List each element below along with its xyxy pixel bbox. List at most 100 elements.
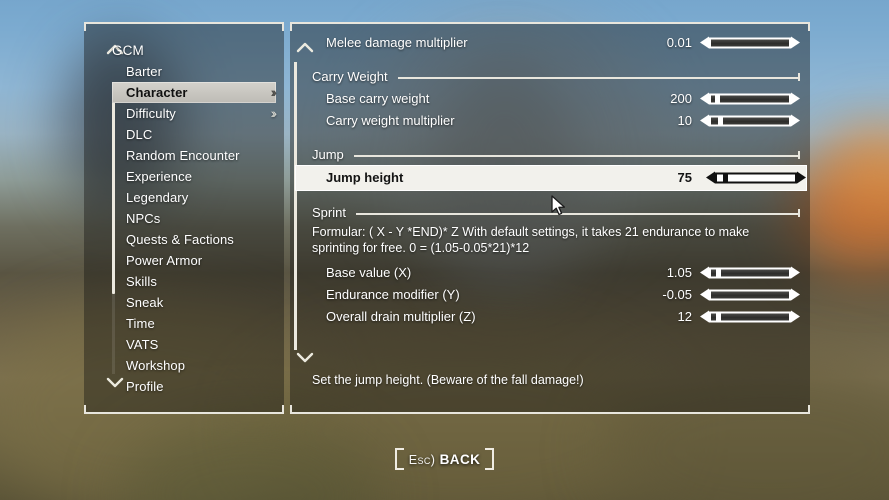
back-key-label: Esc) [408, 453, 436, 467]
slider-increase-arrow-icon[interactable] [791, 92, 800, 105]
sidebar-item-time[interactable]: Time [112, 313, 276, 334]
slider-increase-arrow-icon[interactable] [791, 310, 800, 323]
setting-description: Set the jump height. (Beware of the fall… [312, 373, 584, 387]
sidebar-item-label: NPCs [126, 211, 161, 226]
row-spacer [304, 132, 800, 144]
sidebar-item-label: Random Encounter [126, 148, 240, 163]
category-sidebar-panel: GCM Barter Character ›› Difficulty ›› DLC Rand… [84, 22, 284, 414]
slider-decrease-arrow-icon[interactable] [700, 36, 709, 49]
sidebar-item-legendary[interactable]: Legendary [112, 187, 276, 208]
slider-track[interactable] [709, 115, 791, 127]
main-scrollbar-thumb[interactable] [294, 62, 297, 350]
slider-track[interactable] [709, 311, 791, 323]
slider-thumb[interactable] [722, 174, 728, 182]
setting-row[interactable]: Melee damage multiplier 0.01 [304, 32, 800, 54]
slider-decrease-arrow-icon[interactable] [700, 288, 709, 301]
back-action-label: BACK [439, 452, 481, 467]
slider-decrease-arrow-icon[interactable] [706, 171, 715, 184]
setting-row[interactable]: Carry weight multiplier 10 [304, 110, 800, 132]
setting-slider[interactable] [706, 171, 806, 185]
slider-increase-arrow-icon[interactable] [797, 171, 806, 184]
slider-decrease-arrow-icon[interactable] [700, 310, 709, 323]
setting-value: 1.05 [666, 265, 692, 280]
setting-label: Base carry weight [326, 91, 430, 106]
main-scroll-down-icon[interactable] [296, 352, 314, 364]
setting-slider[interactable] [700, 288, 800, 302]
setting-row[interactable]: Base carry weight 200 [304, 88, 800, 110]
setting-row[interactable]: Endurance modifier (Y) -0.05 [304, 284, 800, 306]
sidebar-item-experience[interactable]: Experience [112, 166, 276, 187]
sidebar-item-dlc[interactable]: DLC [112, 124, 276, 145]
setting-row[interactable]: Overall drain multiplier (Z) 12 [304, 306, 800, 328]
setting-slider[interactable] [700, 114, 800, 128]
setting-label: Endurance modifier (Y) [326, 287, 460, 302]
sidebar-item-barter[interactable]: Barter [112, 61, 276, 82]
sidebar-item-character[interactable]: Character ›› [112, 82, 277, 103]
sidebar-item-difficulty[interactable]: Difficulty ›› [112, 103, 278, 124]
setting-label: Carry weight multiplier [326, 113, 455, 128]
setting-value: 12 [677, 309, 692, 324]
sidebar-item-power-armor[interactable]: Power Armor [112, 250, 276, 271]
slider-increase-arrow-icon[interactable] [791, 114, 800, 127]
sidebar-item-quests-factions[interactable]: Quests & Factions [112, 229, 276, 250]
sidebar-item-sneak[interactable]: Sneak [112, 292, 276, 313]
setting-value: 10 [677, 113, 692, 128]
section-header-label: Sprint [312, 205, 346, 220]
rule-end-tick [798, 73, 800, 81]
setting-label: Base value (X) [326, 265, 412, 280]
slider-track[interactable] [709, 267, 791, 279]
sidebar-item-label: Barter [126, 64, 163, 79]
setting-value: 0.01 [666, 35, 692, 50]
slider-decrease-arrow-icon[interactable] [700, 114, 709, 127]
sidebar-item-label: Profile [126, 379, 164, 394]
slider-increase-arrow-icon[interactable] [791, 36, 800, 49]
slider-decrease-arrow-icon[interactable] [700, 92, 709, 105]
slider-increase-arrow-icon[interactable] [791, 266, 800, 279]
slider-track[interactable] [715, 172, 797, 184]
slider-thumb[interactable] [716, 313, 722, 321]
setting-row[interactable]: Base value (X) 1.05 [304, 262, 800, 284]
setting-label: Overall drain multiplier (Z) [326, 309, 476, 324]
back-button[interactable]: Esc) BACK [394, 448, 495, 470]
rule-end-tick [798, 151, 800, 159]
slider-track[interactable] [709, 37, 791, 49]
sidebar-item-profile[interactable]: Profile [112, 376, 276, 397]
slider-thumb[interactable] [718, 117, 724, 125]
setting-slider[interactable] [700, 36, 800, 50]
sidebar-item-label: Power Armor [126, 253, 203, 268]
slider-track[interactable] [709, 289, 791, 301]
sidebar-item-label: Legendary [126, 190, 189, 205]
sidebar-item-label: Workshop [126, 358, 186, 373]
slider-track[interactable] [709, 93, 791, 105]
section-header-label: Jump [312, 147, 344, 162]
sidebar-item-npcs[interactable]: NPCs [112, 208, 276, 229]
sidebar-item-workshop[interactable]: Workshop [112, 355, 276, 376]
sidebar-item-skills[interactable]: Skills [112, 271, 276, 292]
section-header-rule [355, 209, 800, 217]
sidebar-item-gcm-root[interactable]: GCM [112, 40, 276, 61]
settings-main-panel: Melee damage multiplier 0.01 Carry Weight B… [290, 22, 810, 414]
sidebar-item-label: Difficulty [126, 106, 176, 121]
sidebar-menu-list: Barter Character ›› Difficulty ›› DLC Random E… [112, 61, 278, 397]
slider-thumb[interactable] [715, 95, 721, 103]
sidebar-item-label: Character [126, 85, 188, 100]
section-header-rule [353, 151, 800, 159]
setting-slider[interactable] [700, 266, 800, 280]
section-header-rule [397, 73, 800, 81]
sidebar-item-label: Quests & Factions [126, 232, 234, 247]
setting-slider[interactable] [700, 92, 800, 106]
chevron-right-double-icon: ›› [270, 105, 278, 121]
setting-value: 200 [670, 91, 692, 106]
setting-slider[interactable] [700, 310, 800, 324]
sidebar-item-random-encounter[interactable]: Random Encounter [112, 145, 276, 166]
arrow-pointer-cursor [551, 195, 567, 217]
slider-increase-arrow-icon[interactable] [791, 288, 800, 301]
setting-value: -0.05 [662, 287, 692, 302]
setting-row[interactable]: Jump height 75 [296, 166, 806, 190]
section-header-label: Carry Weight [312, 69, 388, 84]
row-spacer [304, 54, 800, 66]
slider-decrease-arrow-icon[interactable] [700, 266, 709, 279]
slider-thumb[interactable] [716, 269, 722, 277]
sidebar-item-vats[interactable]: VATS [112, 334, 276, 355]
back-button-bar: Esc) BACK [0, 448, 889, 470]
